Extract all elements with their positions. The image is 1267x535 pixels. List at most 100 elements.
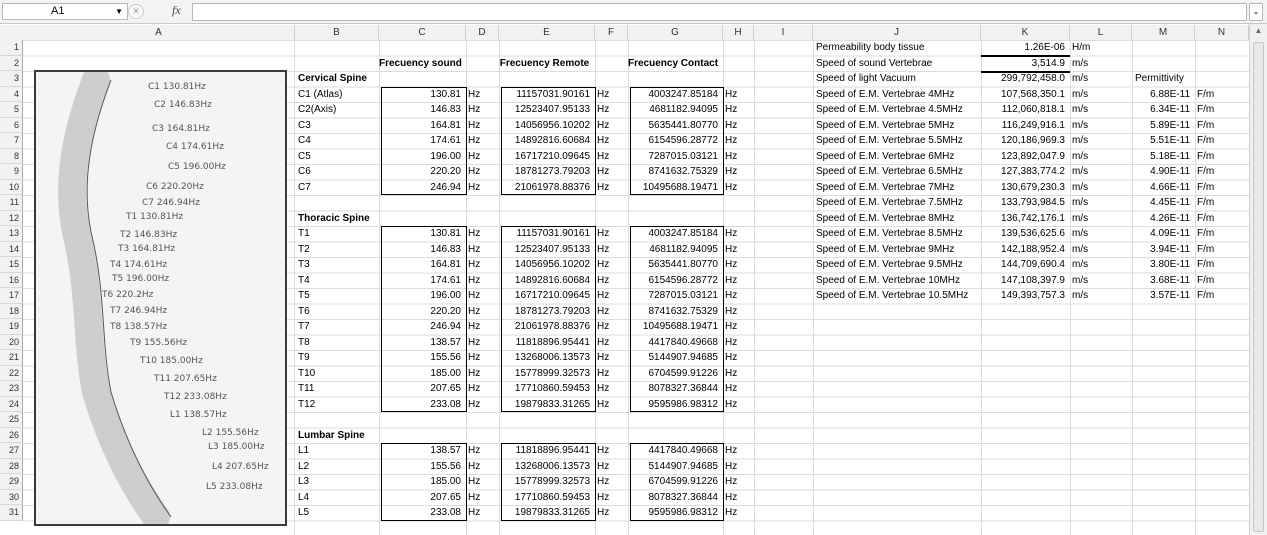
vertebra-label[interactable]: T5 bbox=[298, 288, 377, 303]
em-speed-unit[interactable]: m/s bbox=[1072, 226, 1129, 241]
vertebra-label[interactable]: C3 bbox=[298, 118, 377, 133]
unit-hz[interactable]: Hz bbox=[468, 490, 496, 505]
unit-hz[interactable]: Hz bbox=[597, 118, 625, 133]
name-box[interactable]: A1 ▼ bbox=[2, 3, 128, 20]
vertebra-label[interactable]: T2 bbox=[298, 242, 377, 257]
unit-hz[interactable]: Hz bbox=[468, 273, 496, 288]
permittivity-unit[interactable]: F/m bbox=[1197, 180, 1246, 195]
param-value[interactable]: 3,514.9 bbox=[981, 56, 1065, 71]
unit-hz[interactable]: Hz bbox=[597, 149, 625, 164]
unit-hz[interactable]: Hz bbox=[468, 87, 496, 102]
unit-hz[interactable]: Hz bbox=[597, 102, 625, 117]
em-speed-value[interactable]: 127,383,774.2 bbox=[981, 164, 1065, 179]
param-unit[interactable]: m/s bbox=[1072, 71, 1129, 86]
unit-hz[interactable]: Hz bbox=[725, 164, 751, 179]
expand-formula-icon[interactable]: ⌄ bbox=[1249, 3, 1263, 21]
em-speed-value[interactable]: 136,742,176.1 bbox=[981, 211, 1065, 226]
unit-hz[interactable]: Hz bbox=[468, 319, 496, 334]
em-speed-label[interactable]: Speed of E.M. Vertebrae 7MHz bbox=[816, 180, 979, 195]
column-header-l[interactable]: L bbox=[1070, 25, 1132, 40]
unit-hz[interactable]: Hz bbox=[597, 273, 625, 288]
permittivity-unit[interactable]: F/m bbox=[1197, 87, 1246, 102]
vertebra-label[interactable]: C7 bbox=[298, 180, 377, 195]
section-cervical[interactable]: Cervical Spine bbox=[298, 71, 413, 86]
header-frecuency-contact[interactable]: Frecuency Contact bbox=[628, 56, 718, 71]
row-header[interactable]: 3 bbox=[0, 71, 23, 87]
row-header[interactable]: 15 bbox=[0, 257, 23, 273]
em-speed-unit[interactable]: m/s bbox=[1072, 149, 1129, 164]
vertebra-label[interactable]: C5 bbox=[298, 149, 377, 164]
em-speed-unit[interactable]: m/s bbox=[1072, 180, 1129, 195]
permittivity-value[interactable]: 6.88E-11 bbox=[1132, 87, 1190, 102]
permittivity-unit[interactable]: F/m bbox=[1197, 133, 1246, 148]
em-speed-unit[interactable]: m/s bbox=[1072, 133, 1129, 148]
em-speed-unit[interactable]: m/s bbox=[1072, 118, 1129, 133]
permittivity-value[interactable]: 5.18E-11 bbox=[1132, 149, 1190, 164]
unit-hz[interactable]: Hz bbox=[597, 226, 625, 241]
unit-hz[interactable]: Hz bbox=[468, 164, 496, 179]
row-header[interactable]: 13 bbox=[0, 226, 23, 242]
permittivity-value[interactable]: 4.09E-11 bbox=[1132, 226, 1190, 241]
unit-hz[interactable]: Hz bbox=[468, 459, 496, 474]
unit-hz[interactable]: Hz bbox=[597, 474, 625, 489]
em-speed-value[interactable]: 120,186,969.3 bbox=[981, 133, 1065, 148]
column-header-n[interactable]: N bbox=[1195, 25, 1249, 40]
row-header[interactable]: 30 bbox=[0, 489, 23, 505]
unit-hz[interactable]: Hz bbox=[468, 350, 496, 365]
vertebra-label[interactable]: C2(Axis) bbox=[298, 102, 377, 117]
row-header[interactable]: 26 bbox=[0, 427, 23, 443]
permittivity-unit[interactable]: F/m bbox=[1197, 288, 1246, 303]
em-speed-value[interactable]: 112,060,818.1 bbox=[981, 102, 1065, 117]
unit-hz[interactable]: Hz bbox=[468, 443, 496, 458]
row-header[interactable]: 27 bbox=[0, 443, 23, 459]
column-header-a[interactable]: A bbox=[23, 25, 295, 40]
unit-hz[interactable]: Hz bbox=[725, 381, 751, 396]
unit-hz[interactable]: Hz bbox=[725, 490, 751, 505]
unit-hz[interactable]: Hz bbox=[597, 505, 625, 520]
row-header[interactable]: 10 bbox=[0, 179, 23, 195]
em-speed-value[interactable]: 107,568,350.1 bbox=[981, 87, 1065, 102]
permittivity-value[interactable]: 5.51E-11 bbox=[1132, 133, 1190, 148]
em-speed-label[interactable]: Speed of E.M. Vertebrae 10.5MHz bbox=[816, 288, 979, 303]
em-speed-unit[interactable]: m/s bbox=[1072, 242, 1129, 257]
column-header-c[interactable]: C bbox=[379, 25, 466, 40]
unit-hz[interactable]: Hz bbox=[468, 149, 496, 164]
vertebra-label[interactable]: T8 bbox=[298, 335, 377, 350]
scrollbar-thumb[interactable] bbox=[1253, 42, 1264, 532]
unit-hz[interactable]: Hz bbox=[597, 133, 625, 148]
em-speed-value[interactable]: 139,536,625.6 bbox=[981, 226, 1065, 241]
section-thoracic[interactable]: Thoracic Spine bbox=[298, 211, 413, 226]
unit-hz[interactable]: Hz bbox=[468, 335, 496, 350]
column-header-e[interactable]: E bbox=[499, 25, 595, 40]
function-icon[interactable]: fx bbox=[172, 3, 181, 18]
row-header[interactable]: 17 bbox=[0, 288, 23, 304]
row-header[interactable]: 5 bbox=[0, 102, 23, 118]
vertebra-label[interactable]: L2 bbox=[298, 459, 377, 474]
unit-hz[interactable]: Hz bbox=[725, 257, 751, 272]
unit-hz[interactable]: Hz bbox=[597, 257, 625, 272]
column-header-h[interactable]: H bbox=[723, 25, 754, 40]
unit-hz[interactable]: Hz bbox=[468, 242, 496, 257]
unit-hz[interactable]: Hz bbox=[597, 319, 625, 334]
unit-hz[interactable]: Hz bbox=[725, 133, 751, 148]
em-speed-label[interactable]: Speed of E.M. Vertebrae 6MHz bbox=[816, 149, 979, 164]
row-header[interactable]: 24 bbox=[0, 396, 23, 412]
unit-hz[interactable]: Hz bbox=[468, 397, 496, 412]
param-label[interactable]: Speed of light Vacuum bbox=[816, 71, 979, 86]
em-speed-unit[interactable]: m/s bbox=[1072, 164, 1129, 179]
vertebra-label[interactable]: C6 bbox=[298, 164, 377, 179]
unit-hz[interactable]: Hz bbox=[468, 366, 496, 381]
em-speed-value[interactable]: 149,393,757.3 bbox=[981, 288, 1065, 303]
unit-hz[interactable]: Hz bbox=[468, 474, 496, 489]
row-header[interactable]: 23 bbox=[0, 381, 23, 397]
unit-hz[interactable]: Hz bbox=[725, 459, 751, 474]
vertebra-label[interactable]: T7 bbox=[298, 319, 377, 334]
cancel-icon[interactable]: ✕ bbox=[128, 4, 144, 19]
unit-hz[interactable]: Hz bbox=[597, 180, 625, 195]
param-unit[interactable]: H/m bbox=[1072, 40, 1129, 55]
unit-hz[interactable]: Hz bbox=[468, 118, 496, 133]
permittivity-unit[interactable]: F/m bbox=[1197, 164, 1246, 179]
unit-hz[interactable]: Hz bbox=[597, 381, 625, 396]
permittivity-unit[interactable]: F/m bbox=[1197, 102, 1246, 117]
unit-hz[interactable]: Hz bbox=[725, 397, 751, 412]
